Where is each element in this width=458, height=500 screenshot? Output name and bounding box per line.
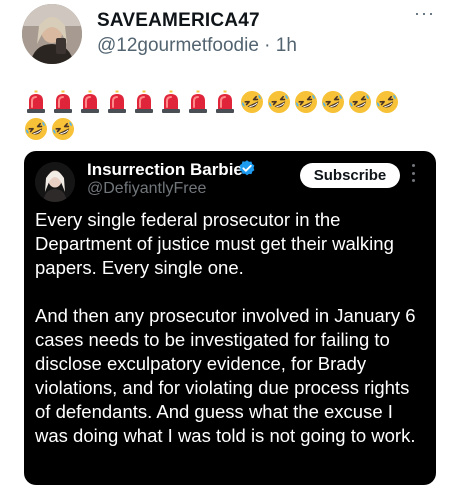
rofl-emoji-icon [321, 90, 345, 114]
police-light-emoji-icon [51, 90, 75, 114]
rofl-emoji-icon [240, 90, 264, 114]
rofl-emoji-icon [267, 90, 291, 114]
quoted-paragraph-1: Every single federal prosecutor in the D… [35, 209, 394, 278]
quoted-more-options-icon[interactable] [410, 164, 416, 182]
police-light-emoji-icon [24, 90, 48, 114]
quoted-paragraph-2: And then any prosecutor involved in Janu… [35, 305, 416, 446]
more-options-button[interactable]: ··· [414, 4, 435, 22]
police-light-emoji-icon [213, 90, 237, 114]
quoted-post[interactable]: Insurrection Barbie @DefiyantlyFree Subs… [24, 151, 436, 485]
quoted-post-text: Every single federal prosecutor in the D… [35, 208, 427, 472]
quoted-author-name[interactable]: Insurrection Barbie [87, 160, 243, 180]
post[interactable]: SAVEAMERICA47 @12gourmetfoodie · 1h ··· … [0, 0, 458, 500]
rofl-emoji-icon [24, 117, 48, 141]
police-light-emoji-icon [186, 90, 210, 114]
rofl-emoji-icon [51, 117, 75, 141]
author-meta: @12gourmetfoodie · 1h [97, 35, 297, 57]
verified-badge-icon [239, 160, 255, 176]
rofl-emoji-icon [294, 90, 318, 114]
police-light-emoji-icon [159, 90, 183, 114]
quoted-author-avatar[interactable] [35, 162, 75, 202]
post-timestamp[interactable]: 1h [276, 35, 297, 56]
subscribe-button[interactable]: Subscribe [300, 163, 400, 188]
rofl-emoji-icon [375, 90, 399, 114]
author-name[interactable]: SAVEAMERICA47 [97, 10, 260, 32]
police-light-emoji-icon [78, 90, 102, 114]
emoji-row-1 [24, 90, 444, 114]
police-light-emoji-icon [105, 90, 129, 114]
author-avatar[interactable] [22, 4, 82, 64]
emoji-row-2 [24, 117, 444, 141]
police-light-emoji-icon [132, 90, 156, 114]
rofl-emoji-icon [348, 90, 372, 114]
quoted-author-handle[interactable]: @DefiyantlyFree [87, 180, 206, 198]
author-handle[interactable]: @12gourmetfoodie [97, 35, 259, 56]
meta-separator: · [264, 35, 271, 56]
